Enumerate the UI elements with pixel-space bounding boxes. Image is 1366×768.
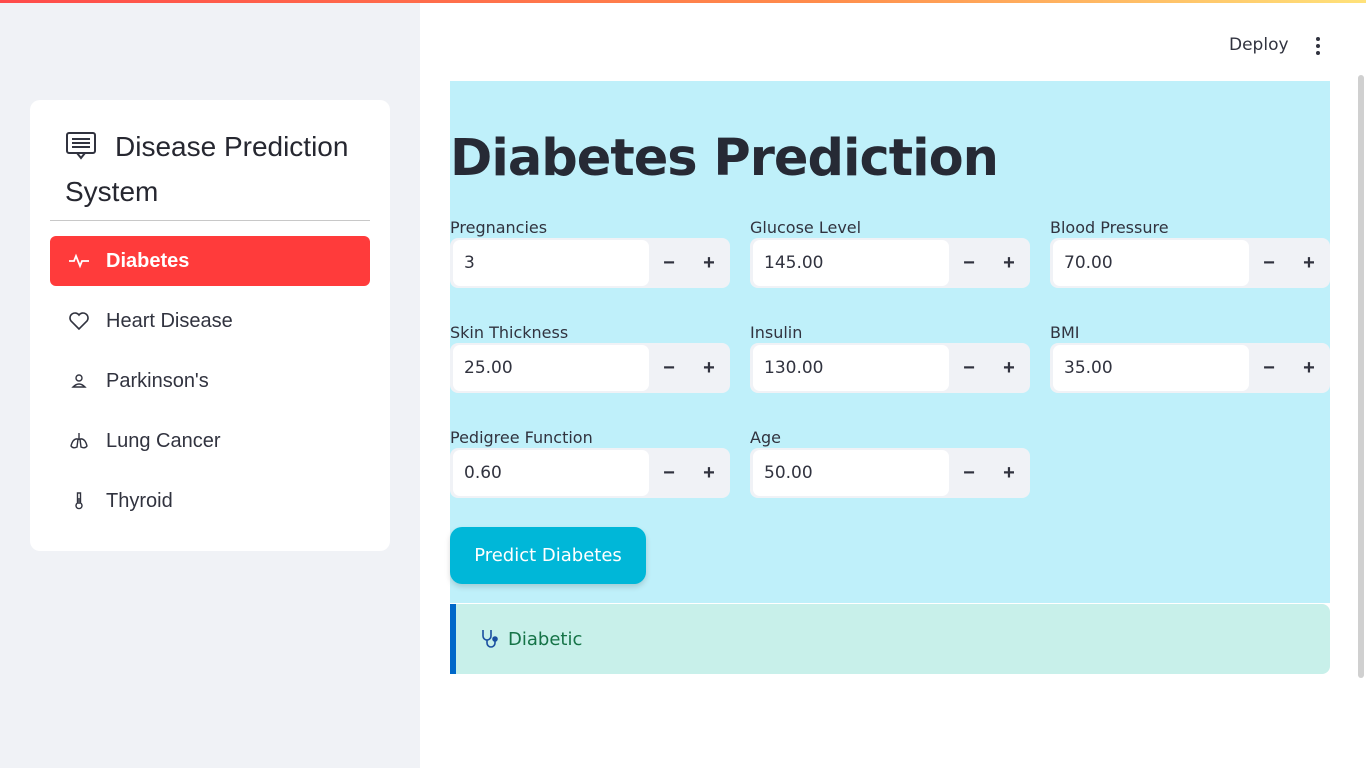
number-field-glucose: Glucose Level − + bbox=[750, 218, 1030, 288]
decrement-button[interactable]: − bbox=[949, 238, 989, 288]
top-decoration-stripe bbox=[0, 0, 1366, 3]
lungs-icon bbox=[68, 430, 90, 452]
stethoscope-icon bbox=[478, 627, 502, 651]
glucose-input[interactable] bbox=[753, 240, 949, 286]
blood-pressure-input[interactable] bbox=[1053, 240, 1249, 286]
menu-list-icon bbox=[65, 129, 97, 160]
person-icon bbox=[68, 370, 90, 392]
decrement-button[interactable]: − bbox=[649, 238, 689, 288]
navigation-menu: Disease Prediction System Diabetes Heart… bbox=[30, 100, 390, 551]
menu-item-lung-cancer[interactable]: Lung Cancer bbox=[50, 416, 370, 466]
bmi-input[interactable] bbox=[1053, 345, 1249, 391]
field-label: Blood Pressure bbox=[1050, 218, 1169, 237]
number-input-group: − + bbox=[750, 343, 1030, 393]
menu-item-label: Heart Disease bbox=[106, 309, 233, 332]
thermometer-icon bbox=[68, 490, 90, 512]
increment-button[interactable]: + bbox=[689, 448, 729, 498]
pedigree-input[interactable] bbox=[453, 450, 649, 496]
decrement-button[interactable]: − bbox=[649, 343, 689, 393]
field-label: Glucose Level bbox=[750, 218, 862, 237]
number-input-group: − + bbox=[450, 238, 730, 288]
menu-item-thyroid[interactable]: Thyroid bbox=[50, 476, 370, 526]
field-label: Pregnancies bbox=[450, 218, 548, 237]
field-label: Pedigree Function bbox=[450, 428, 593, 447]
decrement-button[interactable]: − bbox=[949, 448, 989, 498]
number-field-pedigree: Pedigree Function − + bbox=[450, 428, 730, 498]
increment-button[interactable]: + bbox=[989, 343, 1029, 393]
main-panel: Diabetes Prediction Pregnancies − + Gluc… bbox=[450, 81, 1330, 603]
menu-item-label: Lung Cancer bbox=[106, 429, 221, 452]
menu-divider bbox=[50, 220, 370, 221]
skin-thickness-input[interactable] bbox=[453, 345, 649, 391]
more-options-icon[interactable] bbox=[1308, 34, 1328, 58]
scrollbar[interactable] bbox=[1358, 75, 1364, 678]
menu-item-label: Thyroid bbox=[106, 489, 173, 512]
menu-item-heart-disease[interactable]: Heart Disease bbox=[50, 296, 370, 346]
menu-item-parkinsons[interactable]: Parkinson's bbox=[50, 356, 370, 406]
number-input-group: − + bbox=[750, 238, 1030, 288]
prediction-result-alert: Diabetic bbox=[450, 604, 1330, 674]
deploy-button[interactable]: Deploy bbox=[1229, 35, 1289, 55]
field-label: BMI bbox=[1050, 323, 1080, 342]
field-label: Age bbox=[750, 428, 781, 447]
increment-button[interactable]: + bbox=[989, 448, 1029, 498]
menu-item-label: Diabetes bbox=[106, 249, 190, 272]
number-field-pregnancies: Pregnancies − + bbox=[450, 218, 730, 288]
increment-button[interactable]: + bbox=[689, 343, 729, 393]
decrement-button[interactable]: − bbox=[1249, 343, 1289, 393]
menu-item-label: Parkinson's bbox=[106, 369, 209, 392]
decrement-button[interactable]: − bbox=[949, 343, 989, 393]
menu-item-diabetes[interactable]: Diabetes bbox=[50, 236, 370, 286]
number-field-insulin: Insulin − + bbox=[750, 323, 1030, 393]
number-field-skin-thickness: Skin Thickness − + bbox=[450, 323, 730, 393]
field-label: Insulin bbox=[750, 323, 803, 342]
number-field-age: Age − + bbox=[750, 428, 1030, 498]
number-input-group: − + bbox=[450, 448, 730, 498]
heart-icon bbox=[68, 310, 90, 332]
menu-title: Disease Prediction System bbox=[65, 124, 365, 214]
activity-icon bbox=[68, 250, 90, 272]
number-field-bmi: BMI − + bbox=[1050, 323, 1330, 393]
predict-diabetes-button[interactable]: Predict Diabetes bbox=[450, 527, 646, 584]
result-text: Diabetic bbox=[508, 628, 583, 650]
number-field-blood-pressure: Blood Pressure − + bbox=[1050, 218, 1330, 288]
increment-button[interactable]: + bbox=[1289, 238, 1329, 288]
decrement-button[interactable]: − bbox=[649, 448, 689, 498]
decrement-button[interactable]: − bbox=[1249, 238, 1289, 288]
number-input-group: − + bbox=[750, 448, 1030, 498]
increment-button[interactable]: + bbox=[689, 238, 729, 288]
sidebar: Disease Prediction System Diabetes Heart… bbox=[0, 0, 420, 768]
number-input-group: − + bbox=[1050, 238, 1330, 288]
menu-title-text: Disease Prediction System bbox=[65, 131, 349, 207]
age-input[interactable] bbox=[753, 450, 949, 496]
insulin-input[interactable] bbox=[753, 345, 949, 391]
increment-button[interactable]: + bbox=[989, 238, 1029, 288]
pregnancies-input[interactable] bbox=[453, 240, 649, 286]
page-title: Diabetes Prediction bbox=[450, 129, 999, 188]
number-input-group: − + bbox=[1050, 343, 1330, 393]
number-input-group: − + bbox=[450, 343, 730, 393]
field-label: Skin Thickness bbox=[450, 323, 569, 342]
increment-button[interactable]: + bbox=[1289, 343, 1329, 393]
